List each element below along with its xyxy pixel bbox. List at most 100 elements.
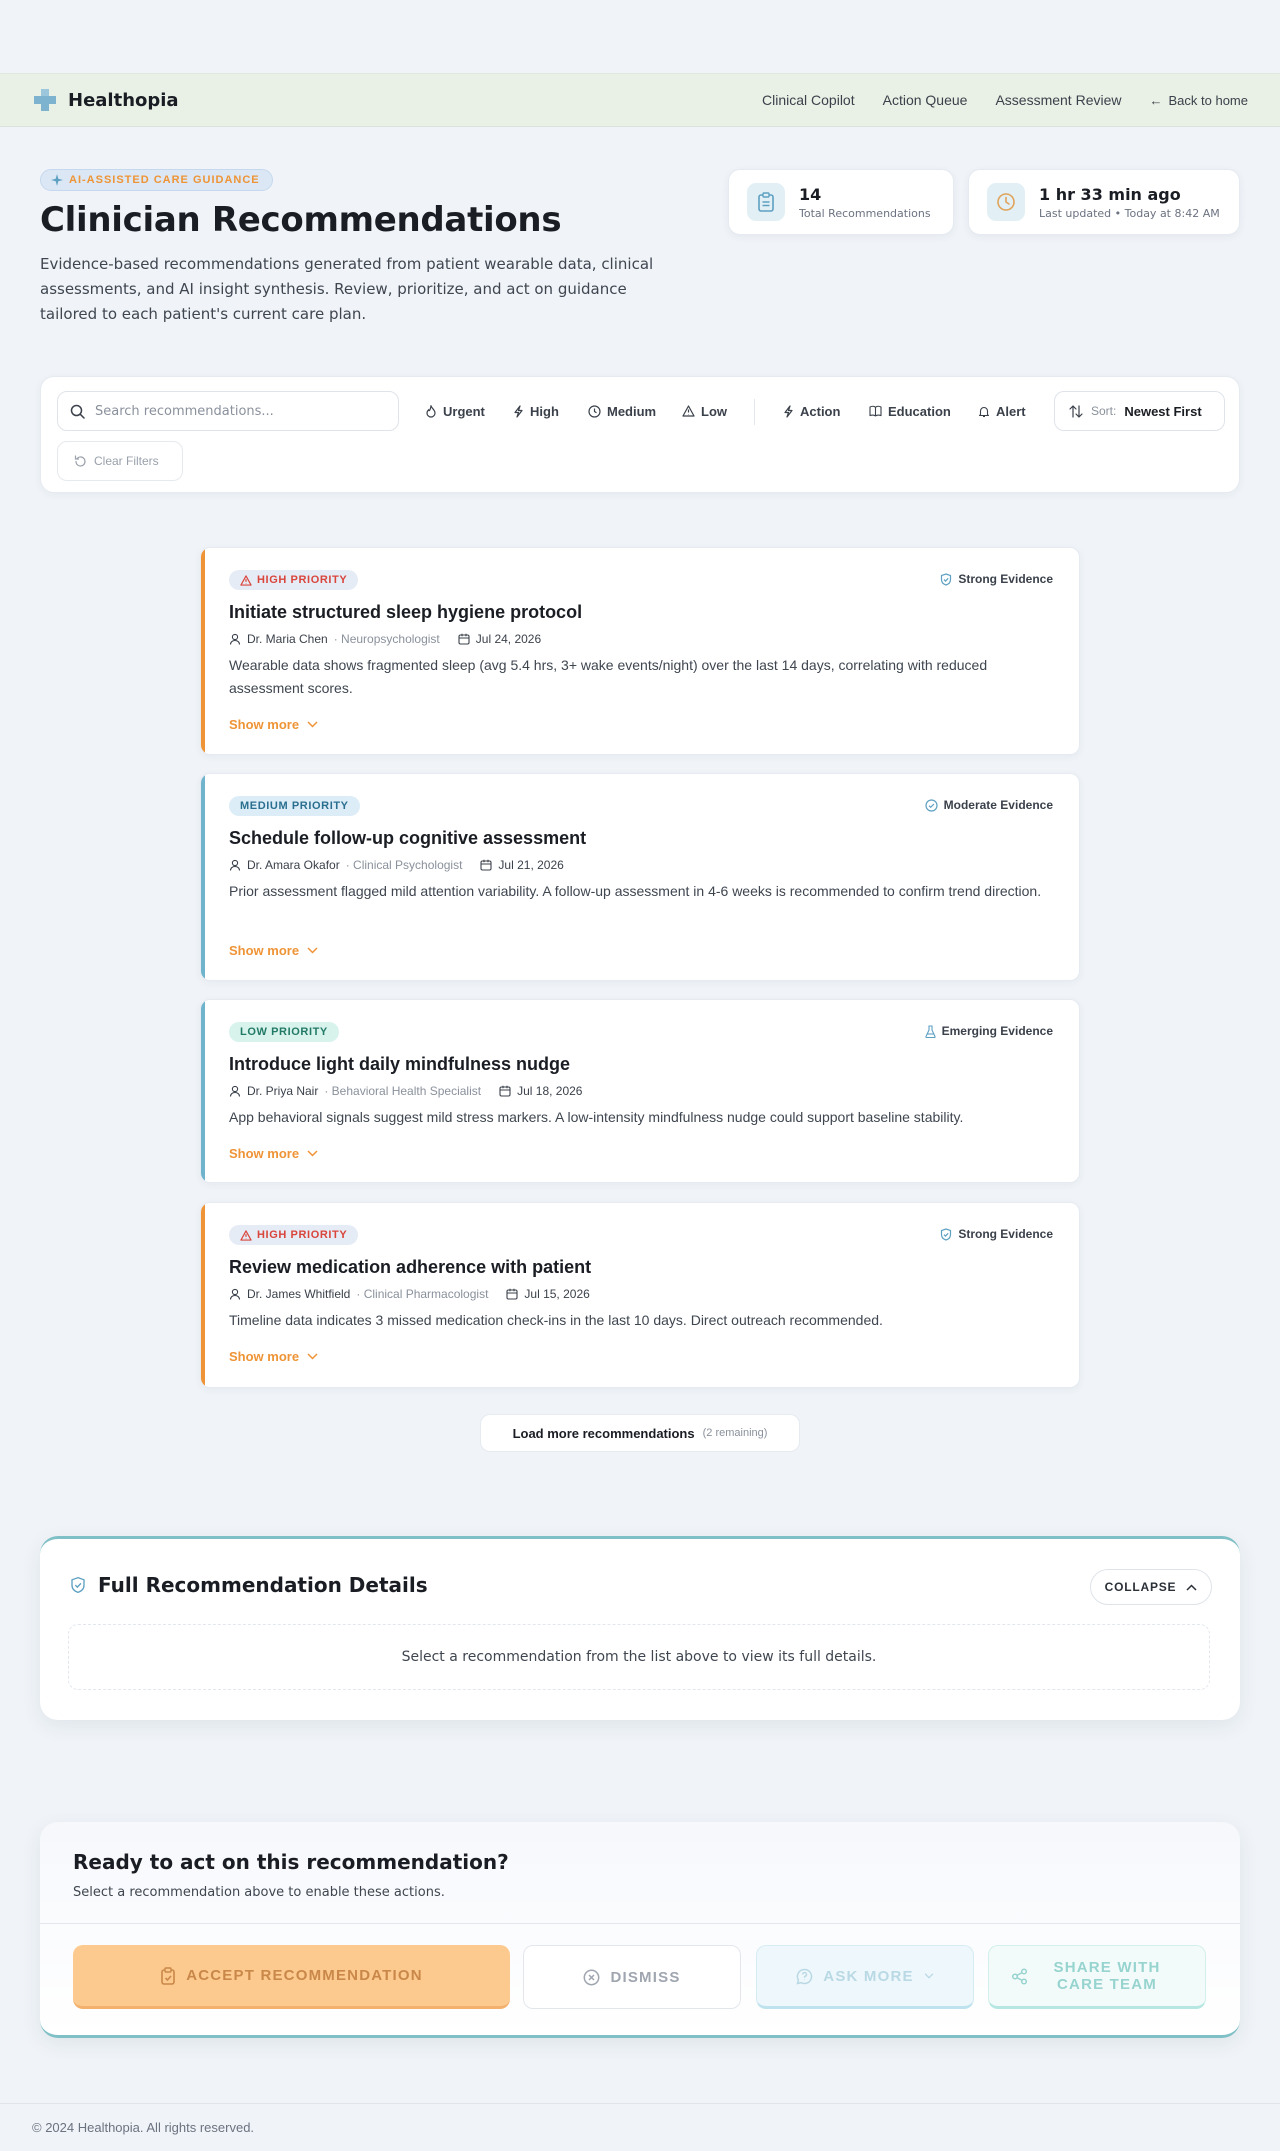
show-more-button[interactable]: Show more (229, 943, 318, 958)
chevron-up-icon (1186, 1583, 1197, 1591)
sort-select[interactable]: Sort: Newest First (1054, 391, 1225, 431)
nav-link-action-queue[interactable]: Action Queue (883, 92, 968, 108)
card-meta: Dr. Amara Okafor · Clinical Psychologist… (229, 858, 564, 872)
filter-alert-label: Alert (996, 403, 1026, 419)
load-more-label: Load more recommendations (512, 1425, 695, 1441)
bolt-icon (783, 404, 794, 418)
author-name: Dr. Amara Okafor (247, 858, 340, 872)
brand-name: Healthopia (68, 89, 179, 111)
card-date: Jul 18, 2026 (499, 1084, 582, 1098)
accept-label: ACCEPT RECOMMENDATION (186, 1967, 423, 1984)
warning-triangle-icon (240, 574, 252, 586)
load-more-button[interactable]: Load more recommendations (2 remaining) (480, 1414, 800, 1452)
user-icon (229, 633, 241, 645)
remaining-count: (2 remaining) (702, 1427, 768, 1439)
evidence-badge: Emerging Evidence (924, 1024, 1053, 1038)
filter-low[interactable]: Low (676, 391, 733, 431)
card-title: Schedule follow-up cognitive assessment (229, 828, 587, 848)
clock-icon (987, 183, 1025, 221)
show-more-button[interactable]: Show more (229, 717, 318, 732)
show-more-button[interactable]: Show more (229, 1349, 318, 1364)
filter-low-label: Low (701, 403, 727, 419)
recommendation-card[interactable]: HIGH PRIORITY Strong Evidence Initiate s… (200, 547, 1080, 755)
action-panel-subtitle: Select a recommendation above to enable … (73, 1885, 445, 1900)
card-title: Review medication adherence with patient (229, 1257, 592, 1277)
date-label: Jul 18, 2026 (517, 1084, 583, 1098)
dismiss-button[interactable]: DISMISS (523, 1945, 741, 2009)
calendar-icon (458, 633, 470, 645)
card-description: Prior assessment flagged mild attention … (229, 883, 1042, 899)
filter-alert[interactable]: Alert (972, 391, 1032, 431)
evidence-label: Strong Evidence (958, 1227, 1053, 1241)
show-more-button[interactable]: Show more (229, 1146, 318, 1161)
author-role: · Neuropsychologist (333, 632, 440, 646)
action-panel: Ready to act on this recommendation? Sel… (40, 1822, 1240, 2038)
chevron-down-icon (307, 947, 318, 954)
clipboard-icon (747, 183, 785, 221)
sort-label: Sort: (1091, 404, 1117, 418)
evidence-label: Strong Evidence (958, 572, 1053, 586)
priority-accent-bar (201, 548, 205, 754)
recommendation-card[interactable]: LOW PRIORITY Emerging Evidence Introduce… (200, 999, 1080, 1183)
clear-filters-button[interactable]: Clear Filters (57, 441, 183, 481)
author-name: Dr. Priya Nair (247, 1084, 319, 1098)
stat-total-recommendations: 14 Total Recommendations (728, 169, 954, 235)
collapse-button[interactable]: COLLAPSE (1090, 1569, 1212, 1605)
calendar-icon (506, 1288, 518, 1300)
page-title: Clinician Recommendations (40, 200, 562, 240)
evidence-label: Moderate Evidence (943, 798, 1053, 812)
show-more-label: Show more (229, 1146, 300, 1161)
accept-recommendation-button[interactable]: ACCEPT RECOMMENDATION (73, 1945, 510, 2009)
recommendation-card[interactable]: HIGH PRIORITY Strong Evidence Review med… (200, 1202, 1080, 1388)
filter-education-label: Education (888, 403, 951, 419)
brand[interactable]: Healthopia (32, 87, 179, 113)
filter-education[interactable]: Education (863, 391, 957, 431)
recommendation-card[interactable]: MEDIUM PRIORITY Moderate Evidence Schedu… (200, 773, 1080, 981)
priority-accent-bar (201, 1000, 205, 1182)
action-panel-title: Ready to act on this recommendation? (73, 1850, 509, 1874)
priority-badge: LOW PRIORITY (229, 1022, 339, 1042)
priority-accent-bar (201, 1203, 205, 1387)
back-to-home-label: Back to home (1168, 92, 1249, 108)
back-to-home-link[interactable]: ← Back to home (1150, 93, 1249, 108)
show-more-label: Show more (229, 943, 300, 958)
check-circle-icon (925, 798, 938, 812)
calendar-icon (499, 1085, 511, 1097)
ask-more-button[interactable]: ASK MORE (756, 1945, 974, 2009)
ai-guidance-tag-label: AI-ASSISTED CARE GUIDANCE (69, 174, 260, 186)
nav-link-assessment-review[interactable]: Assessment Review (995, 92, 1121, 108)
chevron-down-icon (307, 1353, 318, 1360)
clipboard-check-icon (160, 1966, 176, 1985)
ask-more-label: ASK MORE (823, 1967, 914, 1985)
priority-badge: MEDIUM PRIORITY (229, 796, 360, 816)
flame-icon (425, 404, 437, 418)
chat-help-icon (796, 1968, 813, 1985)
nav-link-clinical-copilot[interactable]: Clinical Copilot (762, 92, 855, 108)
card-date: Jul 15, 2026 (506, 1287, 590, 1301)
card-description: Wearable data shows fragmented sleep (av… (229, 657, 988, 696)
author-name: Dr. James Whitfield (247, 1287, 351, 1301)
clock-icon (588, 404, 601, 418)
warning-triangle-icon (240, 1229, 252, 1241)
stat-label: Total Recommendations (799, 206, 931, 220)
search-box[interactable] (57, 391, 399, 431)
filter-medium[interactable]: Medium (582, 391, 662, 431)
card-meta: Dr. Priya Nair · Behavioral Health Speci… (229, 1084, 582, 1098)
shield-check-icon (70, 1576, 86, 1594)
filter-high[interactable]: High (507, 391, 565, 431)
author-role: · Clinical Pharmacologist (356, 1287, 489, 1301)
priority-badge: HIGH PRIORITY (229, 570, 359, 590)
search-input[interactable] (95, 403, 385, 419)
priority-badge: HIGH PRIORITY (229, 1225, 359, 1245)
evidence-badge: Moderate Evidence (925, 798, 1053, 812)
user-icon (229, 859, 241, 871)
bolt-icon (513, 404, 524, 418)
filter-urgent[interactable]: Urgent (419, 391, 491, 431)
priority-accent-bar (201, 774, 205, 980)
share-with-care-team-button[interactable]: SHARE WITH CARE TEAM (988, 1945, 1206, 2009)
show-more-label: Show more (229, 717, 300, 732)
stat-value: 14 (799, 184, 822, 204)
show-more-label: Show more (229, 1349, 300, 1364)
filter-action[interactable]: Action (777, 391, 846, 431)
arrow-left-icon: ← (1149, 92, 1163, 108)
